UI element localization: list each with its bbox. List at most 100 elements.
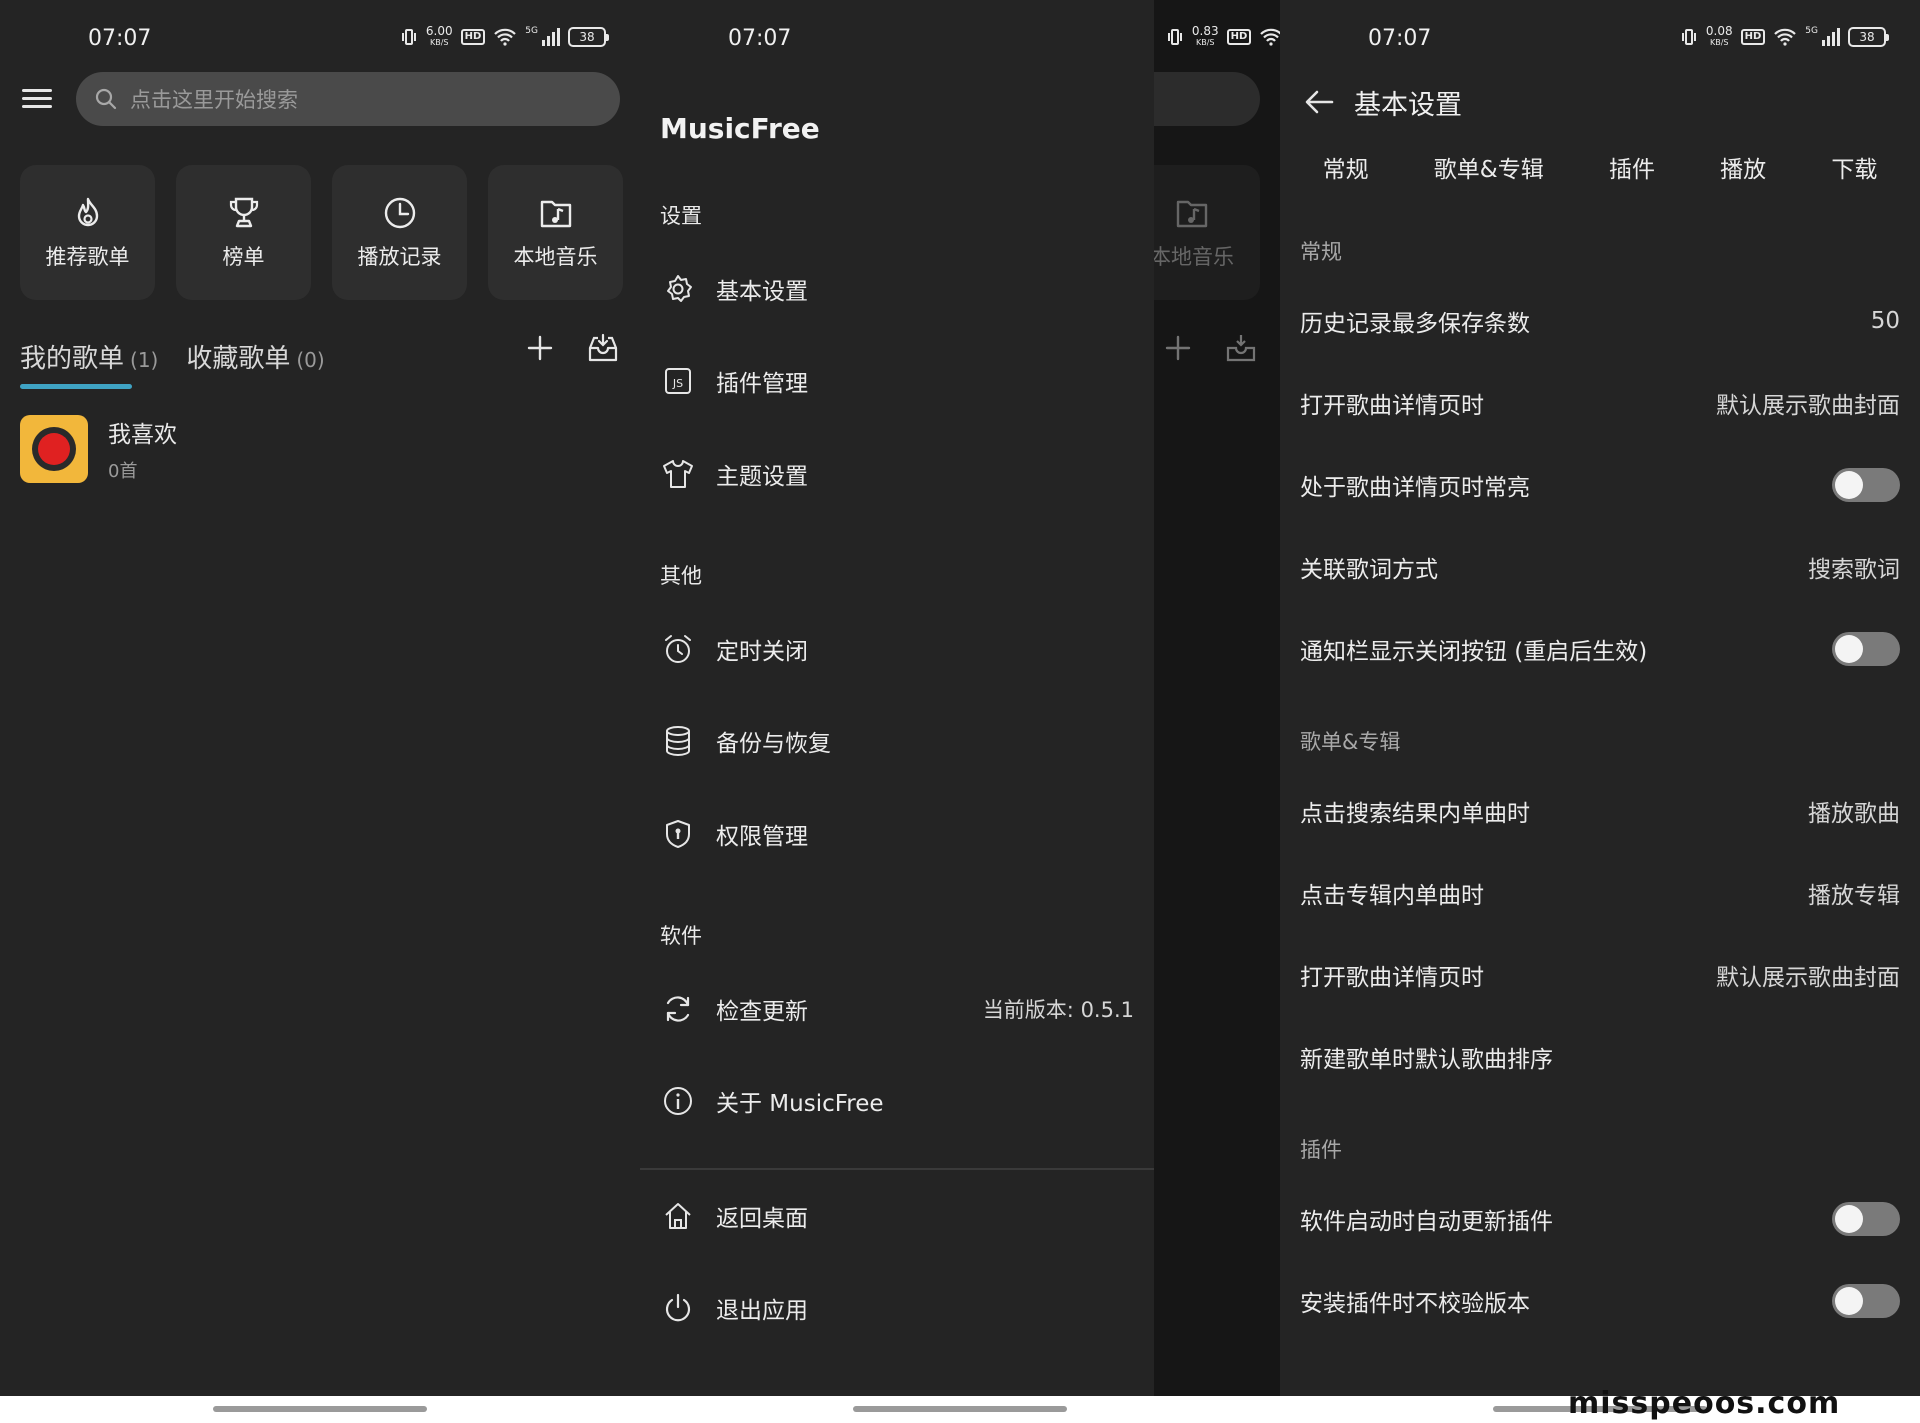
drawer-scrim[interactable]: 本地音乐 [1150, 0, 1280, 1396]
drawer-item-exit-app[interactable]: 退出应用 [660, 1284, 1134, 1332]
flame-icon [77, 197, 98, 226]
hd-badge: HD [1226, 29, 1252, 45]
tab-general[interactable]: 常规 [1323, 150, 1369, 184]
status-icons: 0.83KB/S HD 5G 38 [1166, 24, 1280, 48]
back-arrow-icon[interactable] [1302, 84, 1338, 120]
wifi-icon [1260, 28, 1280, 46]
setting-lyric-mode[interactable]: 关联歌词方式 搜索歌词 [1300, 542, 1900, 592]
status-bar: 07:07 0.08 KB/S HD 5G 38 [1280, 0, 1920, 80]
tile-local-music[interactable]: 本地音乐 [488, 165, 623, 300]
drawer-item-permissions[interactable]: 权限管理 [660, 810, 1134, 858]
tshirt-icon [663, 460, 693, 488]
tile-charts[interactable]: 榜单 [176, 165, 311, 300]
drawer-item-plugin-management[interactable]: JS 插件管理 [660, 357, 1134, 405]
setting-skip-version-check: 安装插件时不校验版本 [1300, 1276, 1900, 1326]
setting-auto-update-plugin: 软件启动时自动更新插件 [1300, 1194, 1900, 1244]
auto-update-plugin-toggle[interactable] [1832, 1202, 1900, 1236]
status-time: 07:07 [88, 26, 152, 51]
import-playlist-icon[interactable] [586, 332, 620, 364]
current-version: 当前版本: 0.5.1 [982, 998, 1134, 1022]
network-speed: 0.08 KB/S [1705, 24, 1733, 47]
drawer-item-back-home[interactable]: 返回桌面 [660, 1192, 1134, 1240]
section-other: 其他 [660, 564, 702, 588]
skip-version-check-toggle[interactable] [1832, 1284, 1900, 1318]
music-folder-icon [540, 200, 571, 227]
battery-icon: 38 [568, 27, 609, 47]
setting-click-search-song[interactable]: 点击搜索结果内单曲时 播放歌曲 [1300, 786, 1900, 836]
keep-awake-toggle[interactable] [1832, 468, 1900, 502]
ghost-tab-actions [1162, 332, 1258, 364]
info-icon [664, 1087, 692, 1115]
setting-new-playlist-sort[interactable]: 新建歌单时默认歌曲排序 [1300, 1032, 1900, 1082]
notification-close-toggle[interactable] [1832, 632, 1900, 666]
search-placeholder: 点击这里开始搜索 [130, 88, 298, 112]
section-settings: 设置 [660, 204, 702, 228]
quick-tiles: 推荐歌单 榜单 播放记录 本地音乐 [20, 165, 623, 300]
status-icons: 6.00 KB/S HD 5G 38 [400, 24, 609, 48]
gesture-bar[interactable] [213, 1406, 427, 1412]
drawer-item-check-update[interactable]: 检查更新 当前版本: 0.5.1 [660, 985, 1134, 1033]
drawer-item-theme-settings[interactable]: 主题设置 [660, 450, 1134, 498]
network-type: 5G [525, 26, 538, 36]
side-drawer: 07:07 0.83KB/S HD 5G 38 MusicFree 设置 基本设… [640, 0, 1280, 1396]
tab-saved-playlists[interactable]: 收藏歌单 (0) [186, 338, 324, 375]
drawer-item-basic-settings[interactable]: 基本设置 [660, 265, 1134, 313]
drawer-item-timer-close[interactable]: 定时关闭 [660, 625, 1134, 673]
music-folder-icon [1176, 200, 1208, 227]
ghost-tile-local-music: 本地音乐 [1150, 165, 1260, 300]
tab-plugin[interactable]: 插件 [1609, 150, 1655, 184]
playlist-cover [20, 415, 88, 483]
setting-keep-awake: 处于歌曲详情页时常亮 [1300, 460, 1900, 510]
battery-icon: 38 [1848, 27, 1889, 47]
settings-tabs: 常规 歌单&专辑 插件 播放 下载 [1280, 150, 1920, 184]
tile-recommended-playlists[interactable]: 推荐歌单 [20, 165, 155, 300]
home-icon [665, 1203, 691, 1229]
drawer-item-backup-restore[interactable]: 备份与恢复 [660, 717, 1134, 765]
page-title: 基本设置 [1354, 89, 1462, 121]
clock-icon [384, 197, 415, 228]
signal-icon [542, 28, 560, 46]
vibrate-icon [401, 29, 416, 45]
trophy-icon [229, 197, 258, 227]
playlist-count: 0首 [108, 461, 138, 482]
alarm-clock-icon [665, 635, 691, 663]
drawer-screen: 本地音乐 07:07 0.83KB/S HD 5G 38 MusicFree 设… [640, 0, 1280, 1396]
network-speed: 6.00 KB/S [425, 24, 453, 47]
active-tab-indicator [20, 384, 132, 389]
setting-history-max[interactable]: 历史记录最多保存条数 50 [1300, 296, 1900, 346]
group-playlist-album: 歌单&专辑 [1300, 730, 1401, 754]
js-plugin-icon: JS [665, 368, 691, 394]
svg-text:JS: JS [672, 377, 683, 390]
drawer-item-about[interactable]: 关于 MusicFree [660, 1077, 1134, 1125]
watermark: misspeoos.com [1568, 1386, 1841, 1421]
setting-open-detail-2[interactable]: 打开歌曲详情页时 默认展示歌曲封面 [1300, 950, 1900, 1000]
status-time: 07:07 [1368, 26, 1432, 51]
tab-my-playlists[interactable]: 我的歌单 (1) [20, 338, 158, 375]
status-bar: 07:07 0.83KB/S HD 5G 38 [640, 0, 1280, 80]
playlist-info: 我喜欢 0首 [108, 415, 177, 483]
tile-play-history[interactable]: 播放记录 [332, 165, 467, 300]
setting-click-album-song[interactable]: 点击专辑内单曲时 播放专辑 [1300, 868, 1900, 918]
list-item[interactable]: 我喜欢 0首 [20, 415, 177, 483]
group-plugin: 插件 [1300, 1138, 1342, 1162]
network-type: 5G [1805, 26, 1818, 36]
tab-playlist-album[interactable]: 歌单&专辑 [1434, 150, 1544, 184]
status-time: 07:07 [728, 26, 792, 51]
search-bar[interactable]: 点击这里开始搜索 [76, 72, 620, 126]
import-playlist-icon [1226, 335, 1256, 362]
drawer-divider [640, 1168, 1154, 1170]
network-speed: 0.83 KB/S [1191, 24, 1219, 47]
signal-icon [1822, 28, 1840, 46]
app-title: MusicFree [660, 112, 820, 145]
add-playlist-icon[interactable] [524, 332, 556, 364]
tab-playback[interactable]: 播放 [1720, 150, 1766, 184]
gesture-bar[interactable] [853, 1406, 1067, 1412]
settings-screen: 07:07 0.08 KB/S HD 5G 38 基本设置 常规 歌单&专辑 插件… [1280, 0, 1920, 1396]
playlist-title: 我喜欢 [108, 422, 177, 448]
database-icon [666, 726, 690, 757]
section-software: 软件 [660, 924, 702, 948]
tab-download[interactable]: 下载 [1831, 150, 1877, 184]
menu-button[interactable] [22, 84, 52, 114]
search-icon [95, 88, 117, 110]
setting-open-detail[interactable]: 打开歌曲详情页时 默认展示歌曲封面 [1300, 378, 1900, 428]
